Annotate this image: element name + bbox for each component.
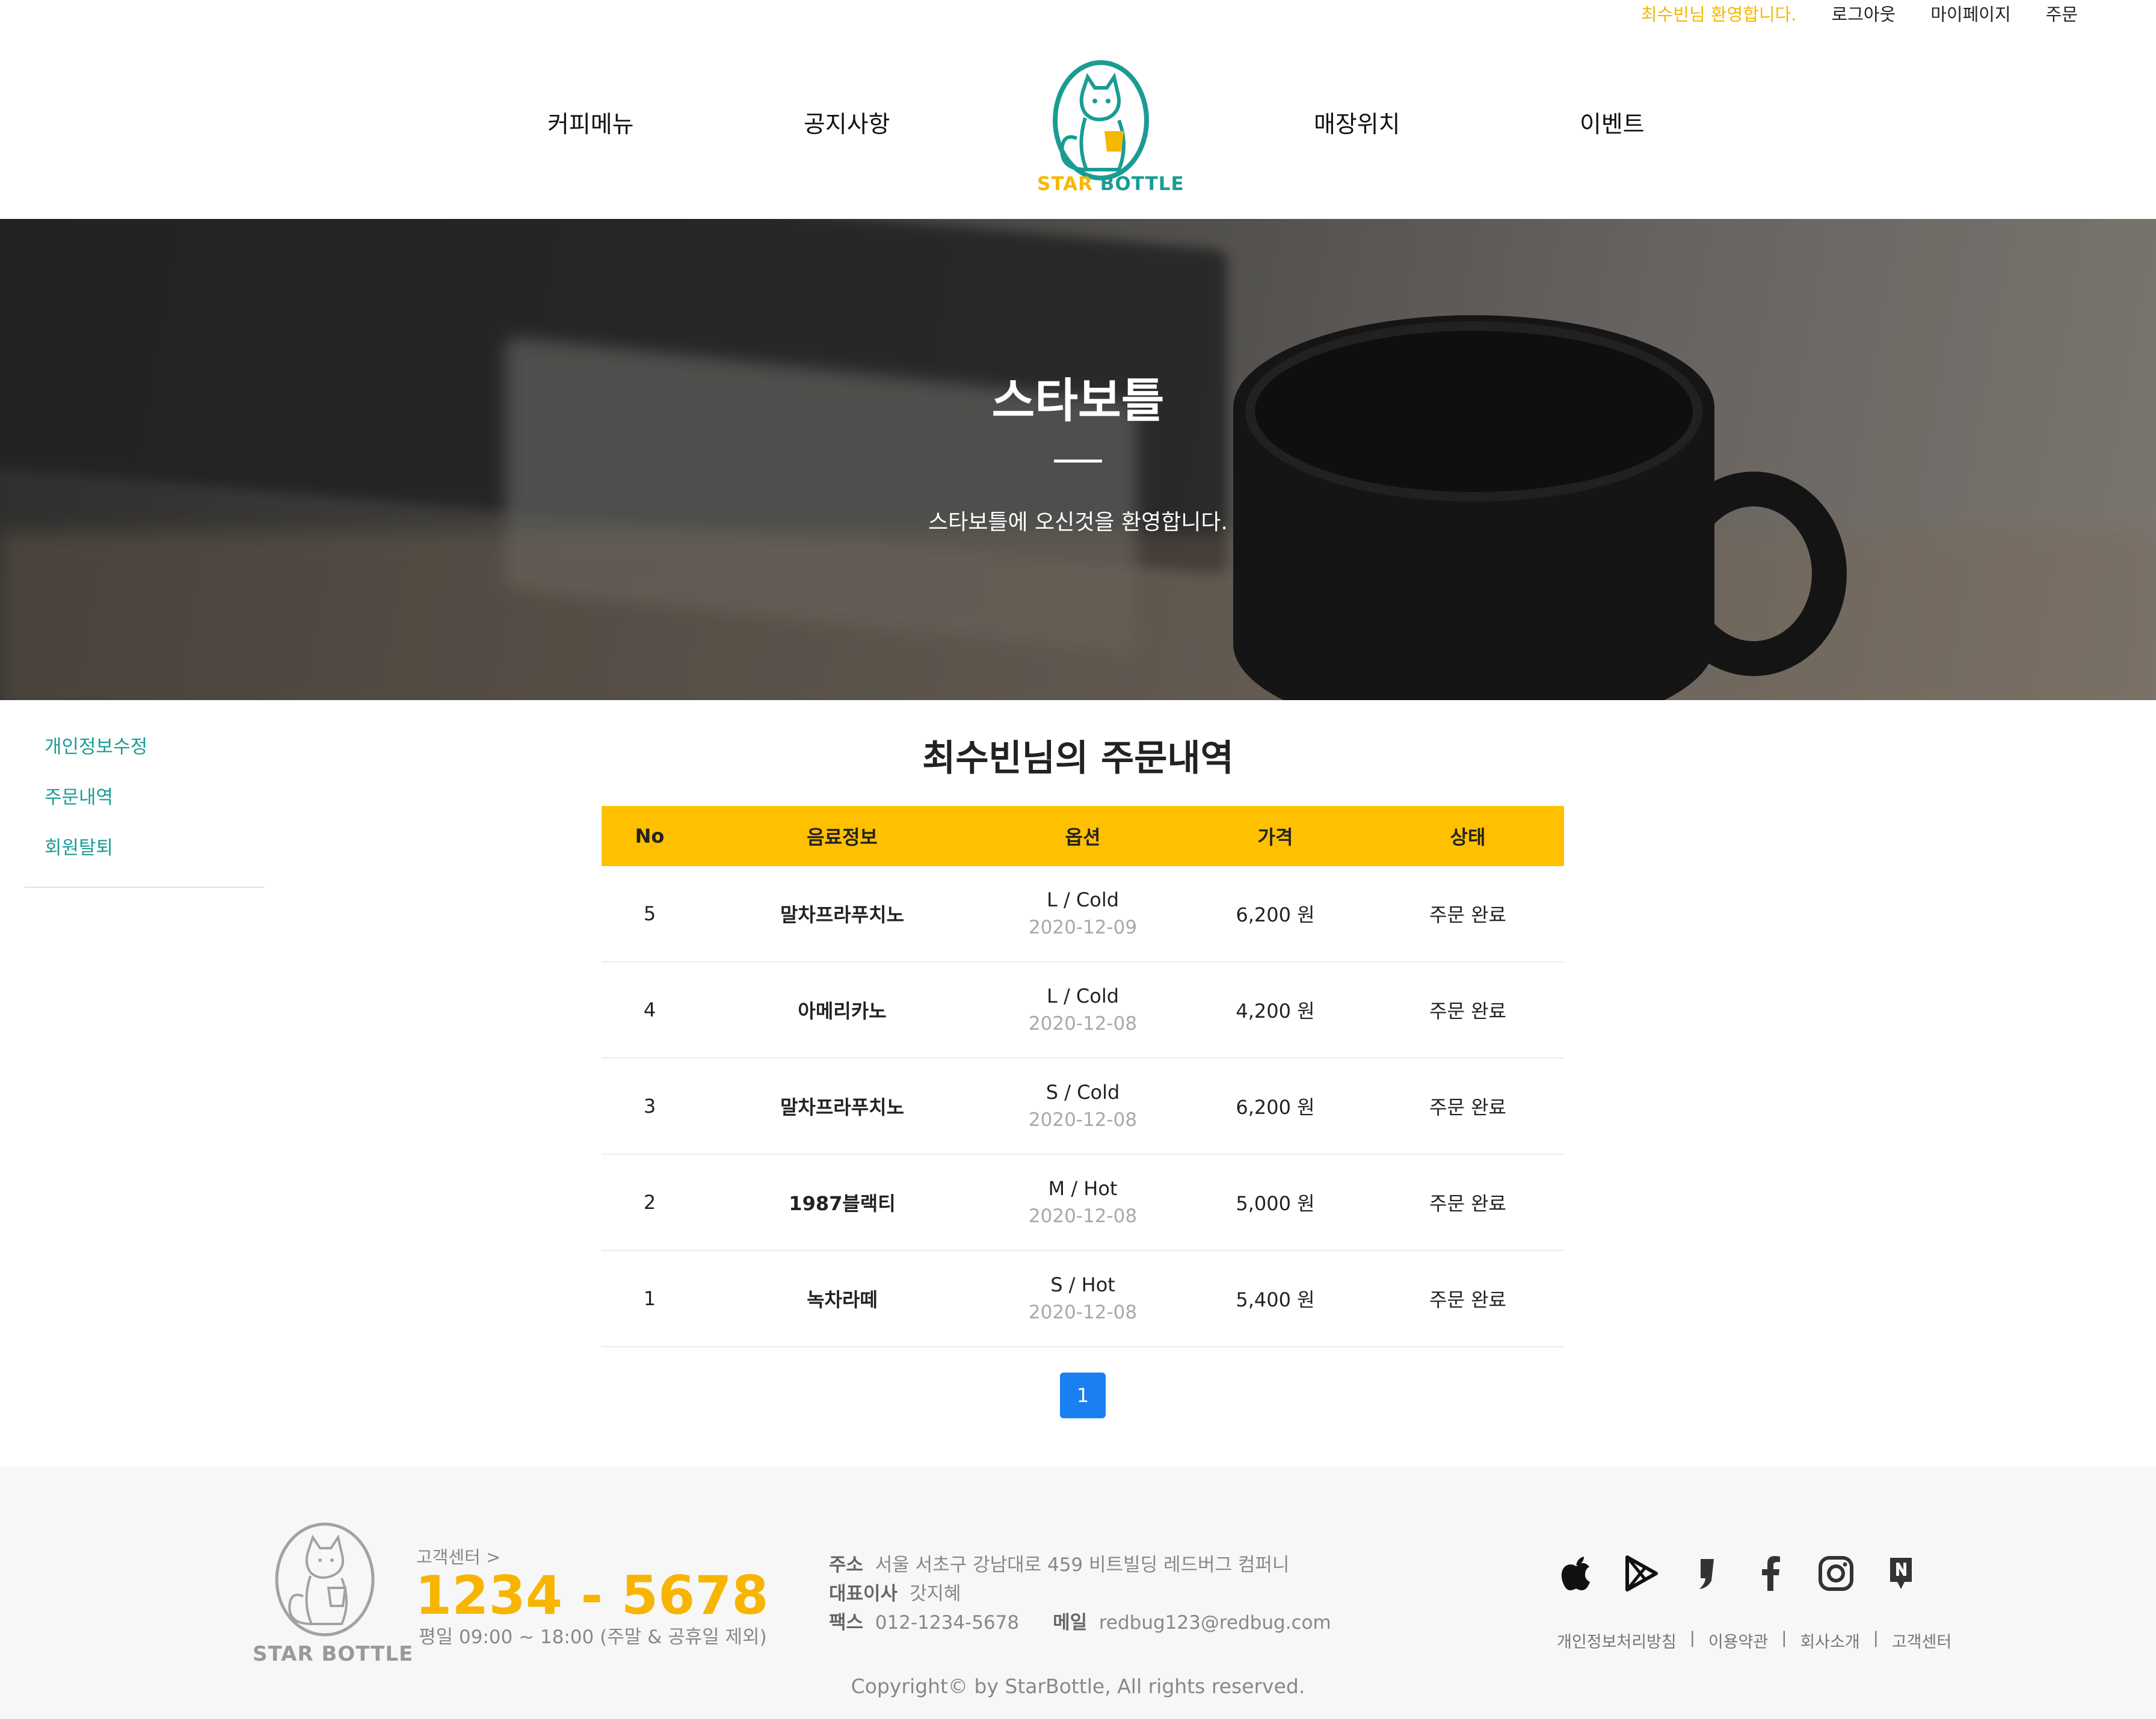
drink-name: 1987블랙티 <box>789 1192 896 1215</box>
col-option: 옵션 <box>1065 826 1101 849</box>
customer-center-hours: 평일 09:00 ~ 18:00 (주말 & 공휴일 제외) <box>419 1626 767 1648</box>
status: 주문 완료 <box>1429 1288 1506 1311</box>
footer-links: 개인정보처리방침 | 이용약관 | 회사소개 | 고객센터 <box>1557 1629 1952 1652</box>
order-no: 2 <box>643 1191 656 1214</box>
sidebar-item-order-history[interactable]: 주문내역 <box>24 786 265 836</box>
col-no: No <box>635 825 665 847</box>
price: 6,200 원 <box>1236 903 1315 926</box>
footer: STAR BOTTLE 고객센터 > 1234 - 5678 평일 09:00 … <box>0 1466 2156 1719</box>
drink-name: 말차프라푸치노 <box>780 1096 905 1119</box>
status: 주문 완료 <box>1429 903 1506 926</box>
order-no: 3 <box>643 1095 656 1118</box>
table-row: 1 녹차라떼 S / Hot 2020-12-08 5,400 원 주문 완료 <box>602 1251 1564 1347</box>
welcome-message: 최수빈님 환영합니다. <box>1640 4 1797 25</box>
table-row: 2 1987블랙티 M / Hot 2020-12-08 5,000 원 주문 … <box>602 1155 1564 1251</box>
footer-logo-cat-icon <box>275 1522 375 1637</box>
col-price: 가격 <box>1257 826 1293 849</box>
nav-event[interactable]: 이벤트 <box>1580 106 1645 140</box>
price: 5,000 원 <box>1236 1192 1315 1215</box>
order-no: 1 <box>643 1287 656 1310</box>
col-status: 상태 <box>1450 826 1486 849</box>
footer-logo-text: STAR BOTTLE <box>253 1642 414 1666</box>
option-cell: S / Hot 2020-12-08 <box>987 1271 1179 1326</box>
order-date: 2020-12-08 <box>1028 1302 1138 1323</box>
customer-center-phone: 1234 - 5678 <box>415 1564 769 1626</box>
ceo-line: 대표이사 갓지혜 <box>829 1583 961 1605</box>
top-utility-bar: 최수빈님 환영합니다. 로그아웃 마이페이지 주문 <box>1641 0 2078 26</box>
sidebar-item-withdraw[interactable]: 회원탈퇴 <box>24 836 265 887</box>
option-cell: L / Cold 2020-12-08 <box>987 982 1179 1038</box>
contact-line: 팩스 012-1234-5678 메일 redbug123@redbug.com <box>829 1612 1331 1634</box>
drink-name: 아메리카노 <box>798 1000 887 1022</box>
order-link[interactable]: 주문 <box>2046 1 2078 26</box>
copyright: Copyright© by StarBottle, All rights res… <box>851 1674 1305 1698</box>
order-date: 2020-12-08 <box>1028 1205 1138 1227</box>
mypage-link[interactable]: 마이페이지 <box>1930 1 2010 26</box>
option-value: S / Cold <box>1046 1081 1120 1104</box>
kakao-story-icon[interactable] <box>1688 1555 1724 1591</box>
order-no: 4 <box>643 998 656 1021</box>
orders-table: No 음료정보 옵션 가격 상태 5 말차프라푸치노 L / Cold 2020… <box>602 806 1564 1347</box>
logo-text: STAR BOTTLE <box>1037 173 1184 195</box>
option-value: M / Hot <box>1048 1177 1118 1200</box>
option-value: L / Cold <box>1046 985 1120 1007</box>
option-value: S / Hot <box>1050 1273 1115 1296</box>
pagination-page-1-button[interactable]: 1 <box>1060 1373 1106 1418</box>
orders-title: 최수빈님의 주문내역 <box>922 737 1234 780</box>
company-intro-link[interactable]: 회사소개 <box>1800 1629 1859 1652</box>
sns-links <box>1558 1555 1919 1591</box>
option-cell: S / Cold 2020-12-08 <box>987 1078 1179 1134</box>
company-info: 주소 서울 서초구 강남대로 459 비트빌딩 레드버그 컴퍼니 대표이사 갓지… <box>829 1551 1331 1637</box>
price: 5,400 원 <box>1236 1288 1315 1311</box>
nav-notice[interactable]: 공지사항 <box>804 106 890 140</box>
col-drink: 음료정보 <box>807 826 878 849</box>
price: 4,200 원 <box>1236 1000 1315 1022</box>
terms-link[interactable]: 이용약관 <box>1708 1629 1768 1652</box>
apple-icon[interactable] <box>1558 1555 1594 1591</box>
drink-name: 말차프라푸치노 <box>780 903 905 926</box>
table-row: 5 말차프라푸치노 L / Cold 2020-12-09 6,200 원 주문… <box>602 866 1564 962</box>
table-row: 3 말차프라푸치노 S / Cold 2020-12-08 6,200 원 주문… <box>602 1059 1564 1155</box>
order-no: 5 <box>643 902 656 925</box>
order-date: 2020-12-08 <box>1028 1013 1138 1035</box>
status: 주문 완료 <box>1429 1096 1506 1119</box>
option-value: L / Cold <box>1046 888 1120 911</box>
hero-subtitle: 스타보틀에 오신것을 환영합니다. <box>928 510 1228 535</box>
logout-link[interactable]: 로그아웃 <box>1831 1 1896 26</box>
table-header: No 음료정보 옵션 가격 상태 <box>602 806 1564 866</box>
nav-store-location[interactable]: 매장위치 <box>1314 106 1400 140</box>
option-cell: M / Hot 2020-12-08 <box>987 1175 1179 1230</box>
nav-coffee-menu[interactable]: 커피메뉴 <box>547 106 634 140</box>
option-cell: L / Cold 2020-12-09 <box>987 886 1179 941</box>
customer-center-footer-link[interactable]: 고객센터 <box>1892 1629 1951 1652</box>
table-row: 4 아메리카노 L / Cold 2020-12-08 4,200 원 주문 완… <box>602 962 1564 1059</box>
instagram-icon[interactable] <box>1818 1555 1854 1591</box>
address-line: 주소 서울 서초구 강남대로 459 비트빌딩 레드버그 컴퍼니 <box>829 1554 1290 1576</box>
order-date: 2020-12-09 <box>1028 917 1138 938</box>
hero-title: 스타보틀 <box>991 374 1165 428</box>
facebook-icon[interactable] <box>1753 1555 1789 1591</box>
price: 6,200 원 <box>1236 1096 1315 1119</box>
status: 주문 완료 <box>1429 1192 1506 1215</box>
hero-banner: 스타보틀 스타보틀에 오신것을 환영합니다. <box>0 219 2156 700</box>
status: 주문 완료 <box>1429 1000 1506 1022</box>
drink-name: 녹차라떼 <box>807 1288 878 1311</box>
hero-divider <box>1054 460 1102 463</box>
naver-blog-icon[interactable] <box>1883 1555 1919 1591</box>
google-play-icon[interactable] <box>1623 1555 1659 1591</box>
order-date: 2020-12-08 <box>1028 1109 1138 1131</box>
privacy-policy-link[interactable]: 개인정보처리방침 <box>1557 1629 1677 1652</box>
